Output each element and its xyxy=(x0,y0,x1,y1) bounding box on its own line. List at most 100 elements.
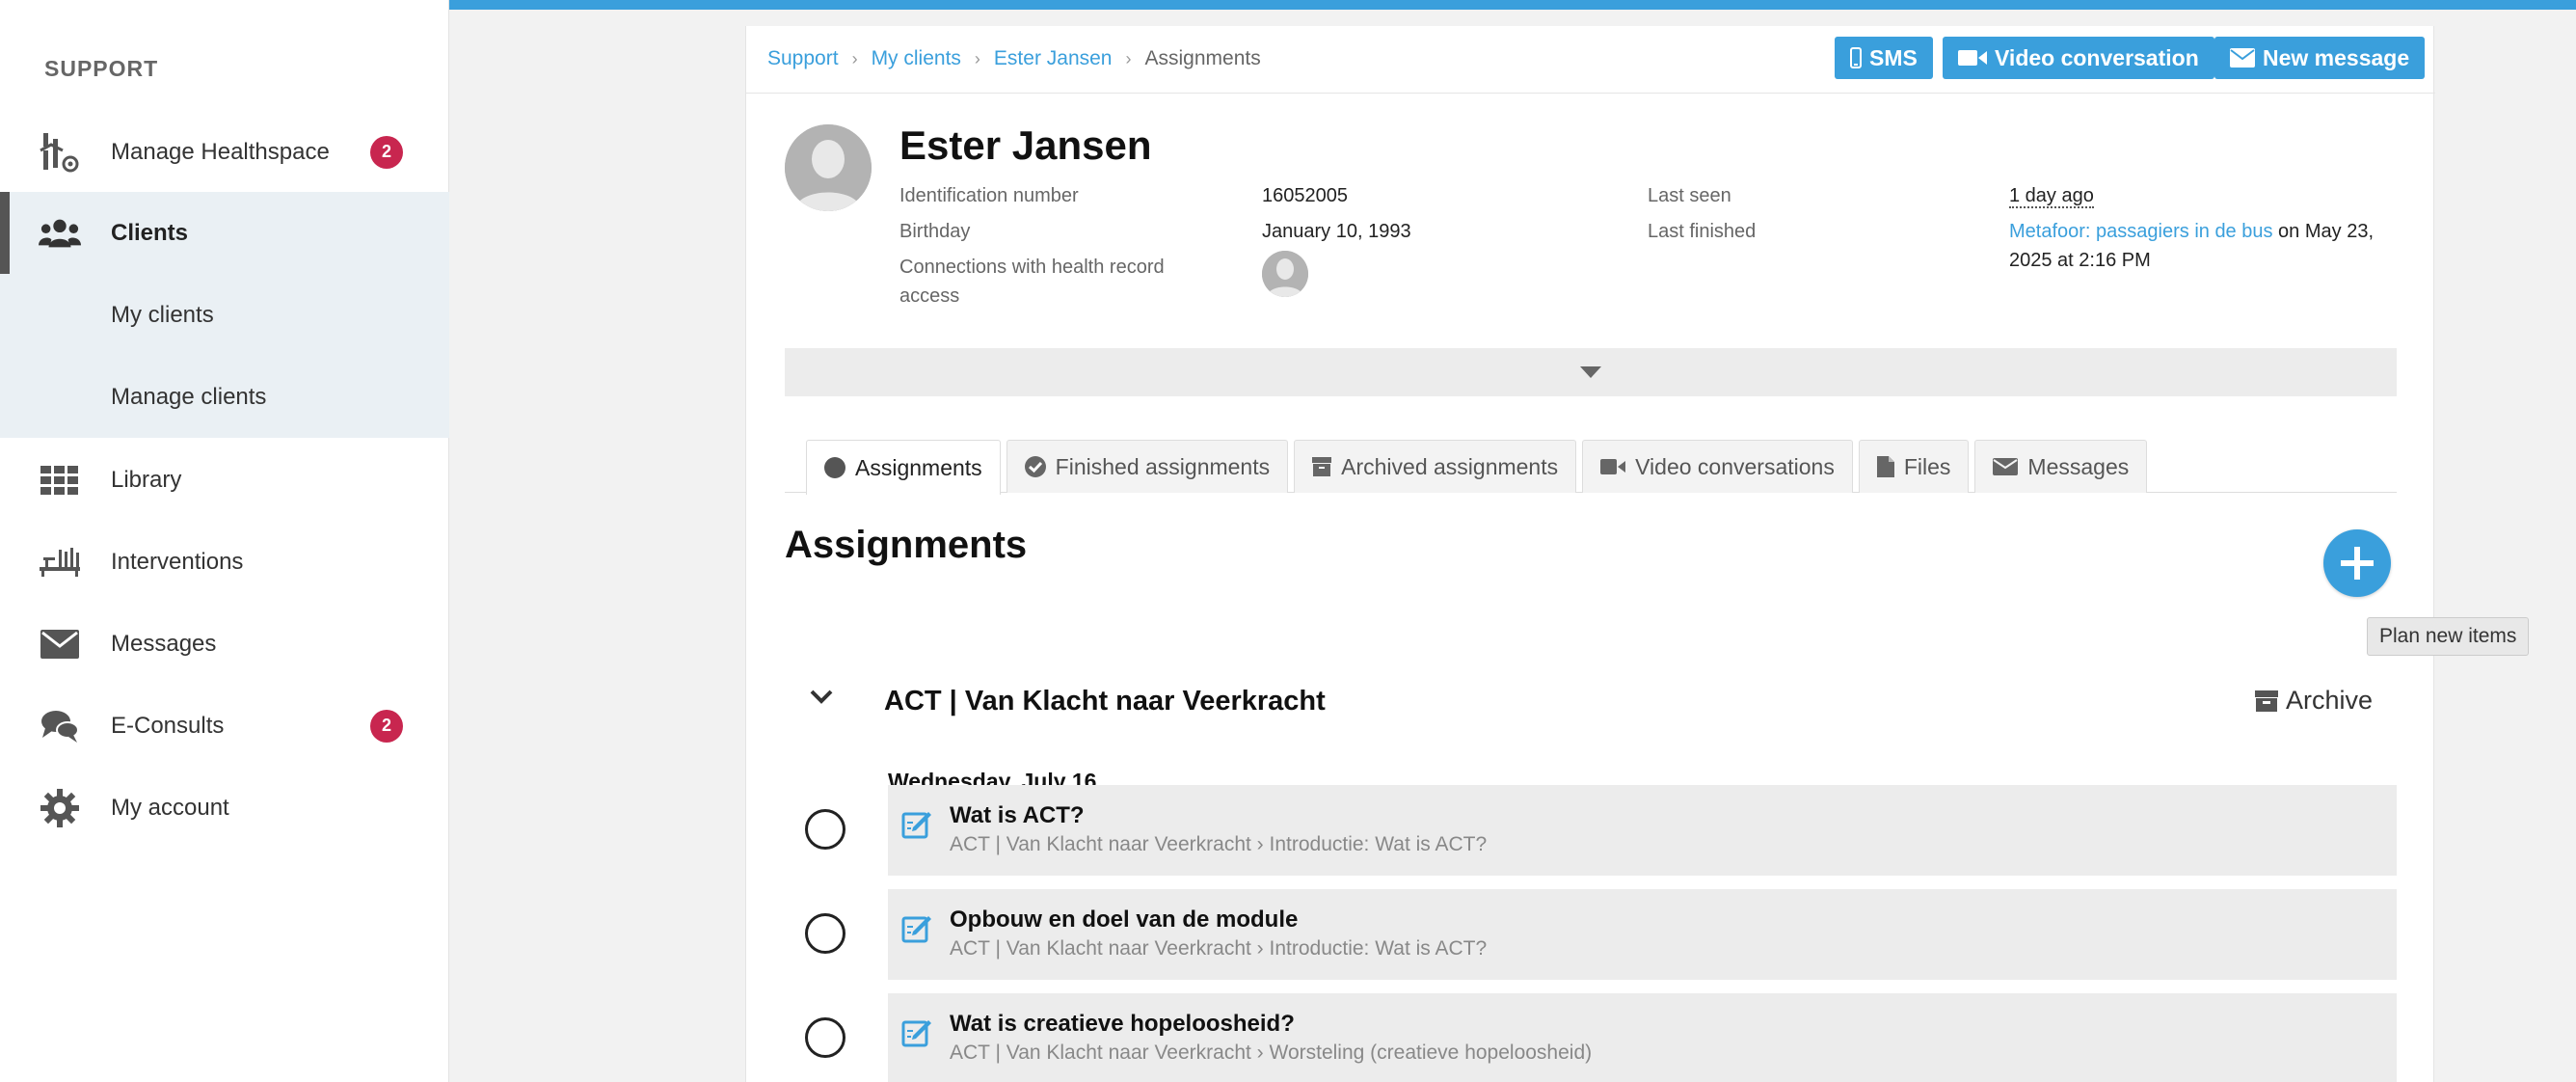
sidebar-heading: SUPPORT xyxy=(44,56,159,81)
section-title: Assignments xyxy=(785,524,1028,566)
video-icon xyxy=(1958,50,1987,66)
connections-label: Connections with health record access xyxy=(899,257,1165,307)
healthspace-icon xyxy=(39,131,81,174)
birthday-label: Birthday xyxy=(899,221,971,242)
envelope-icon xyxy=(39,623,81,665)
breadcrumb-client[interactable]: Ester Jansen xyxy=(994,47,1113,70)
last-finished-label: Last finished xyxy=(1648,221,1757,242)
chevron-right-icon: › xyxy=(851,48,858,68)
edit-form-icon xyxy=(901,912,932,948)
tab-assignments[interactable]: Assignments xyxy=(806,440,1001,495)
sidebar-item-label: Messages xyxy=(111,630,217,657)
sidebar-item-label: E-Consults xyxy=(111,712,225,739)
assignment-path: ACT | Van Klacht naar Veerkracht › Worst… xyxy=(950,1041,1593,1064)
sidebar-item-library[interactable]: Library xyxy=(0,439,449,521)
assignment-checkbox[interactable] xyxy=(805,1017,845,1058)
tab-archived-assignments[interactable]: Archived assignments xyxy=(1294,440,1577,493)
top-accent-bar xyxy=(449,0,2576,10)
last-seen-text: 1 day ago xyxy=(2009,185,2094,208)
assignment-row[interactable]: Wat is ACT? ACT | Van Klacht naar Veerkr… xyxy=(805,785,2397,876)
users-icon xyxy=(39,212,81,255)
assignment-row[interactable]: Opbouw en doel van de module ACT | Van K… xyxy=(805,889,2397,980)
sidebar-item-label: Manage Healthspace xyxy=(111,138,330,165)
tab-label: Video conversations xyxy=(1635,453,1835,479)
sidebar-item-label: Library xyxy=(111,466,182,493)
video-conversation-button[interactable]: Video conversation xyxy=(1943,37,2214,79)
chat-icon xyxy=(39,705,81,747)
notification-badge: 2 xyxy=(370,709,403,743)
sidebar-item-clients[interactable]: Clients xyxy=(0,192,449,274)
breadcrumb-my-clients[interactable]: My clients xyxy=(872,47,961,70)
sidebar-item-label: Interventions xyxy=(111,548,244,575)
archive-icon xyxy=(2255,690,2278,712)
group-title: ACT | Van Klacht naar Veerkracht xyxy=(884,686,1326,717)
collapse-group-chevron-icon[interactable] xyxy=(810,690,833,710)
sidebar-item-label: Manage clients xyxy=(111,383,267,410)
assignment-title: Wat is creatieve hopeloosheid? xyxy=(950,1011,1295,1037)
assignment-title: Opbouw en doel van de module xyxy=(950,906,1299,933)
chevron-right-icon: › xyxy=(1125,48,1132,68)
archive-button[interactable]: Archive xyxy=(2255,686,2373,716)
tab-finished-assignments[interactable]: Finished assignments xyxy=(1006,440,1289,493)
circle-icon xyxy=(824,457,845,478)
grid-icon xyxy=(39,459,81,501)
tab-label: Archived assignments xyxy=(1341,453,1559,479)
archive-label: Archive xyxy=(2286,686,2374,715)
new-message-button[interactable]: New message xyxy=(2214,37,2426,79)
tab-messages[interactable]: Messages xyxy=(1974,440,2148,493)
tab-video-conversations[interactable]: Video conversations xyxy=(1582,440,1853,493)
card-toolbar: Support › My clients › Ester Jansen › As… xyxy=(746,26,2435,94)
assignment-path: ACT | Van Klacht naar Veerkracht › Intro… xyxy=(950,937,1488,960)
interventions-icon xyxy=(39,541,81,583)
check-circle-icon xyxy=(1024,456,1046,477)
assignment-checkbox[interactable] xyxy=(805,809,845,850)
main-card: Support › My clients › Ester Jansen › As… xyxy=(745,26,2435,1082)
breadcrumb: Support › My clients › Ester Jansen › As… xyxy=(767,47,1261,70)
sms-button[interactable]: SMS xyxy=(1835,37,1933,79)
sidebar: SUPPORT Manage Healthspace 2 Clients My … xyxy=(0,0,449,1082)
sidebar-item-my-account[interactable]: My account xyxy=(0,767,449,849)
video-conversation-label: Video conversation xyxy=(1995,44,2199,70)
last-finished-link[interactable]: Metafoor: passagiers in de bus xyxy=(2009,221,2273,242)
assignment-row[interactable]: Wat is creatieve hopeloosheid? ACT | Van… xyxy=(805,993,2397,1082)
breadcrumb-current: Assignments xyxy=(1144,47,1261,69)
sidebar-item-messages[interactable]: Messages xyxy=(0,603,449,685)
plus-icon xyxy=(2341,547,2374,580)
tab-label: Files xyxy=(1903,453,1951,479)
sidebar-item-e-consults[interactable]: E-Consults 2 xyxy=(0,685,449,767)
archive-icon xyxy=(1312,457,1332,476)
caret-down-icon xyxy=(1580,366,1601,378)
sidebar-item-manage-healthspace[interactable]: Manage Healthspace 2 xyxy=(0,111,449,193)
breadcrumb-support[interactable]: Support xyxy=(767,47,839,70)
assignment-checkbox[interactable] xyxy=(805,913,845,954)
tab-label: Assignments xyxy=(855,454,982,480)
sidebar-item-my-clients[interactable]: My clients xyxy=(0,274,449,356)
last-seen-value: 1 day ago xyxy=(2009,181,2094,210)
file-icon xyxy=(1876,456,1894,477)
tab-bar: Assignments Finished assignments Archive… xyxy=(806,440,2153,495)
envelope-icon xyxy=(1993,458,2019,475)
sidebar-item-manage-clients[interactable]: Manage clients xyxy=(0,356,449,438)
sms-button-label: SMS xyxy=(1869,44,1918,70)
edit-form-icon xyxy=(901,808,932,844)
video-icon xyxy=(1600,459,1626,474)
identification-label: Identification number xyxy=(899,185,1079,206)
edit-form-icon xyxy=(901,1016,932,1052)
client-avatar xyxy=(785,124,872,211)
profile-expander[interactable] xyxy=(785,348,2397,396)
client-name: Ester Jansen xyxy=(899,122,1152,168)
sidebar-item-label: My clients xyxy=(111,301,214,328)
last-seen-label: Last seen xyxy=(1648,185,1731,206)
assignment-path: ACT | Van Klacht naar Veerkracht › Intro… xyxy=(950,833,1488,855)
sidebar-item-label: My account xyxy=(111,794,229,821)
tab-label: Messages xyxy=(2027,453,2130,479)
notification-badge: 2 xyxy=(370,135,403,169)
new-message-label: New message xyxy=(2263,44,2410,70)
plan-new-items-button[interactable] xyxy=(2323,529,2391,597)
phone-icon xyxy=(1850,47,1862,68)
tab-files[interactable]: Files xyxy=(1858,440,1970,493)
birthday-value: January 10, 1993 xyxy=(1262,221,1411,242)
sidebar-item-interventions[interactable]: Interventions xyxy=(0,521,449,603)
gear-icon xyxy=(39,787,81,829)
connection-avatar[interactable] xyxy=(1262,251,1308,297)
